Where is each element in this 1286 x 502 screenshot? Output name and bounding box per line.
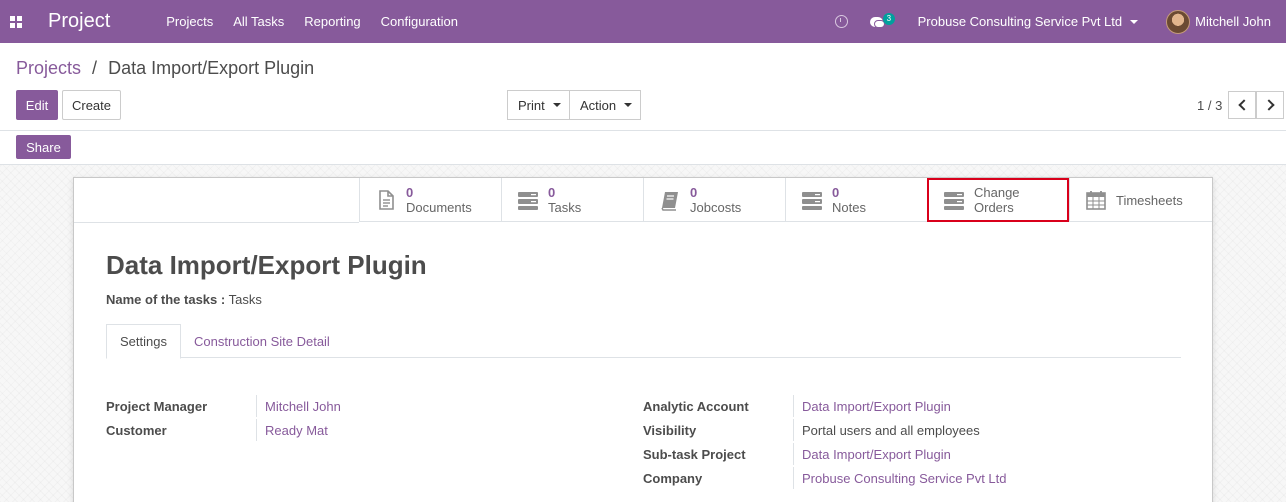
notes-count: 0 — [832, 185, 840, 200]
analytic-account-link[interactable]: Data Import/Export Plugin — [793, 395, 951, 417]
field-label: Project Manager — [106, 398, 208, 414]
field-analytic-account: Analytic Account Data Import/Export Plug… — [643, 394, 1007, 418]
document-icon — [379, 190, 394, 210]
company-name: Probuse Consulting Service Pvt Ltd — [917, 14, 1123, 29]
messaging-badge: 3 — [882, 12, 896, 25]
user-menu[interactable]: Mitchell John — [1166, 9, 1271, 34]
company-switcher[interactable]: Probuse Consulting Service Pvt Ltd — [918, 14, 1139, 29]
tasks-label: Tasks — [548, 200, 582, 215]
timesheets-label: Timesheets — [1116, 192, 1183, 208]
action-label: Action — [580, 97, 617, 113]
messaging-icon[interactable]: 3 — [869, 12, 898, 30]
change-orders-label-line2: Orders — [974, 200, 1014, 215]
divider — [74, 222, 359, 223]
menu-configuration[interactable]: Configuration — [381, 14, 458, 29]
tab-settings[interactable]: Settings — [106, 324, 181, 359]
caret-down-icon — [1130, 19, 1139, 24]
field-visibility: Visibility Portal users and all employee… — [643, 418, 1007, 442]
task-name-value: Tasks — [228, 292, 262, 307]
tab-construction-site-detail[interactable]: Construction Site Detail — [181, 324, 343, 358]
user-name: Mitchell John — [1195, 14, 1271, 29]
top-navbar: Project Projects All Tasks Reporting Con… — [0, 0, 1286, 43]
server-icon — [944, 192, 964, 210]
pager-previous-button[interactable] — [1228, 91, 1256, 119]
pager-value[interactable]: 1 / 3 — [1197, 98, 1222, 113]
field-customer: Customer Ready Mat — [106, 418, 341, 442]
change-orders-label-line1: Change — [974, 185, 1020, 200]
chevron-left-icon — [1237, 99, 1250, 111]
notes-smart-button[interactable]: 0 Notes — [785, 178, 927, 222]
right-field-group: Analytic Account Data Import/Export Plug… — [643, 394, 1007, 490]
server-icon — [802, 192, 822, 210]
server-icon — [518, 192, 538, 210]
field-company: Company Probuse Consulting Service Pvt L… — [643, 466, 1007, 490]
jobcosts-count: 0 — [690, 185, 698, 200]
field-label: Visibility — [643, 422, 697, 438]
left-field-group: Project Manager Mitchell John Customer R… — [106, 394, 341, 442]
field-label: Sub-task Project — [643, 446, 746, 462]
tasks-smart-button[interactable]: 0 Tasks — [501, 178, 643, 222]
create-button[interactable]: Create — [62, 90, 121, 120]
field-label: Analytic Account — [643, 398, 749, 414]
tasks-count: 0 — [548, 185, 556, 200]
smart-button-box: 0 Documents 0 Tasks 0 Jobcosts 0 Notes C… — [359, 178, 1212, 222]
menu-all-tasks[interactable]: All Tasks — [233, 14, 284, 29]
apps-menu-icon[interactable] — [0, 0, 32, 43]
breadcrumb-projects[interactable]: Projects — [16, 58, 81, 78]
action-dropdown[interactable]: Action — [569, 90, 641, 120]
breadcrumb-separator: / — [92, 58, 98, 78]
documents-smart-button[interactable]: 0 Documents — [359, 178, 501, 222]
activity-clock-icon[interactable] — [834, 15, 848, 28]
caret-down-icon — [552, 103, 561, 107]
field-label: Company — [643, 470, 703, 486]
visibility-value: Portal users and all employees — [793, 419, 980, 441]
company-link[interactable]: Probuse Consulting Service Pvt Ltd — [793, 467, 1007, 489]
pager-next-button[interactable] — [1256, 91, 1284, 119]
timesheets-smart-button[interactable]: Timesheets — [1069, 178, 1211, 222]
documents-label: Documents — [406, 200, 472, 215]
change-orders-smart-button[interactable]: Change Orders — [927, 178, 1069, 222]
menu-reporting[interactable]: Reporting — [304, 14, 360, 29]
divider — [0, 130, 1286, 131]
avatar — [1166, 9, 1191, 34]
task-name-field: Name of the tasks : Tasks — [106, 292, 262, 307]
share-button[interactable]: Share — [16, 135, 71, 159]
documents-count: 0 — [406, 185, 414, 200]
menu-projects[interactable]: Projects — [166, 14, 213, 29]
calendar-icon — [1086, 191, 1106, 210]
edit-button[interactable]: Edit — [16, 90, 58, 120]
notebook-tabs: Settings Construction Site Detail — [106, 324, 1181, 359]
task-name-label: Name of the tasks : — [106, 292, 226, 307]
customer-link[interactable]: Ready Mat — [256, 419, 328, 441]
print-dropdown[interactable]: Print — [507, 90, 570, 120]
breadcrumb: Projects / Data Import/Export Plugin — [16, 58, 314, 79]
chevron-right-icon — [1262, 99, 1275, 111]
caret-down-icon — [624, 103, 633, 107]
field-sub-task-project: Sub-task Project Data Import/Export Plug… — [643, 442, 1007, 466]
record-title: Data Import/Export Plugin — [106, 250, 427, 280]
print-label: Print — [518, 97, 545, 113]
sub-task-project-link[interactable]: Data Import/Export Plugin — [793, 443, 951, 465]
app-brand[interactable]: Project — [48, 10, 110, 33]
notes-label: Notes — [832, 200, 866, 215]
jobcosts-label: Jobcosts — [690, 200, 742, 215]
field-label: Customer — [106, 422, 167, 438]
jobcosts-smart-button[interactable]: 0 Jobcosts — [643, 178, 785, 222]
book-icon — [661, 192, 678, 211]
project-manager-link[interactable]: Mitchell John — [256, 395, 341, 417]
breadcrumb-current: Data Import/Export Plugin — [108, 58, 315, 78]
field-project-manager: Project Manager Mitchell John — [106, 394, 341, 418]
form-sheet: 0 Documents 0 Tasks 0 Jobcosts 0 Notes C… — [73, 177, 1213, 502]
